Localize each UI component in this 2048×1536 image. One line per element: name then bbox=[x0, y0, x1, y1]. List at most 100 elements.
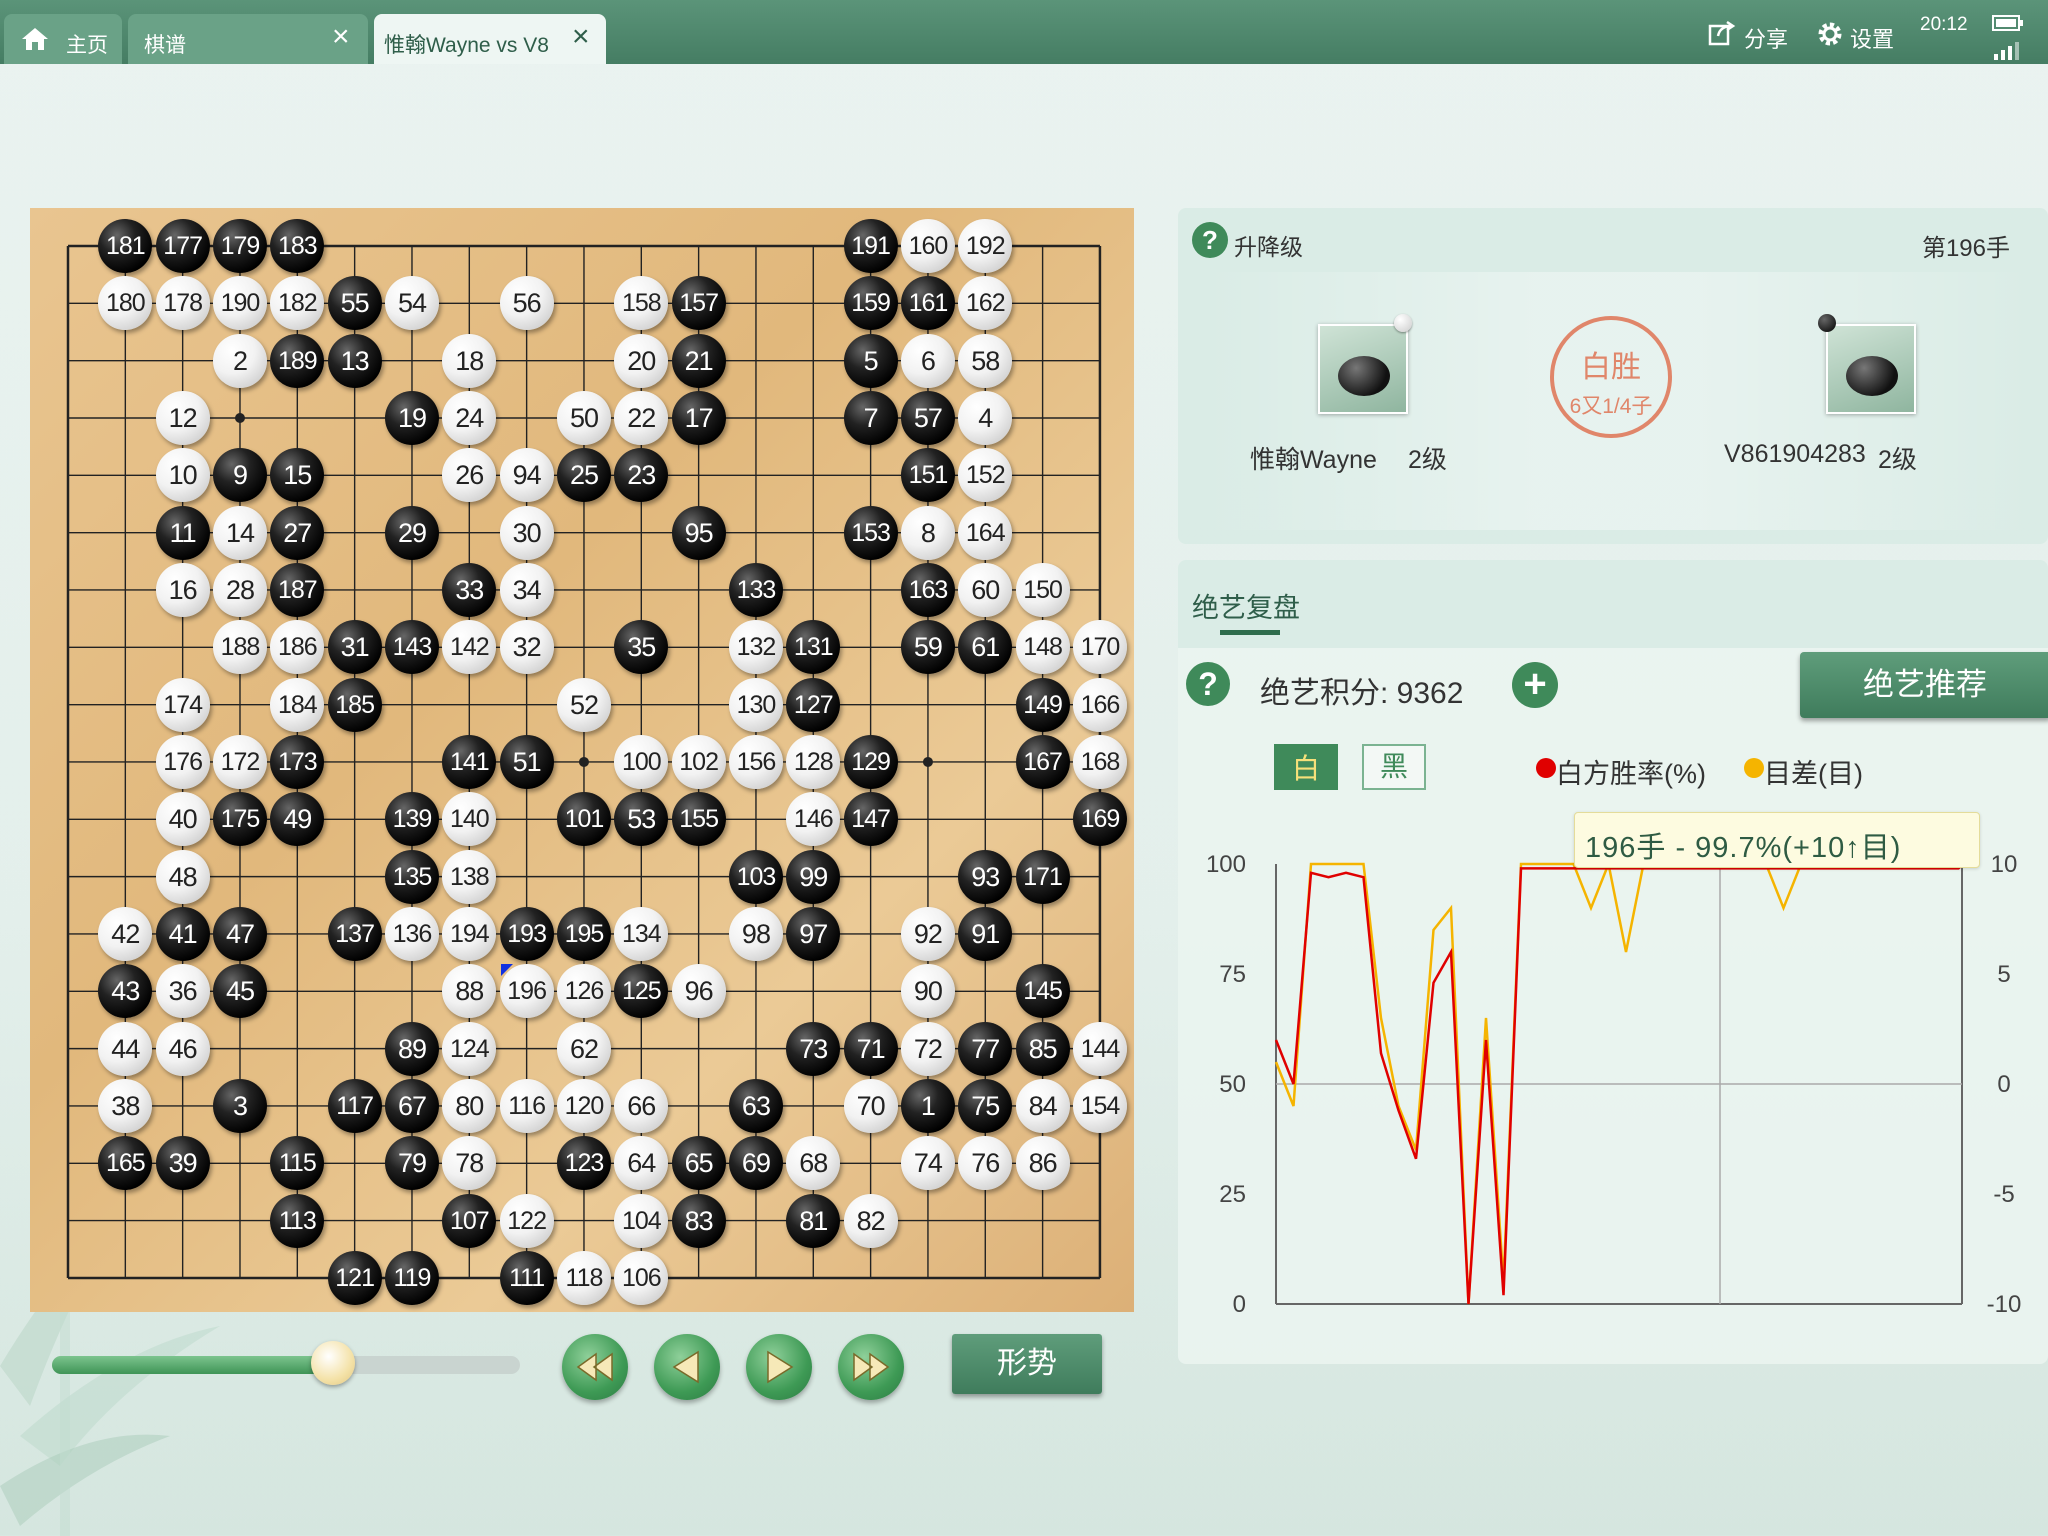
white-stone-46: 46 bbox=[155, 1021, 210, 1076]
go-board[interactable]: 181 177 179 183 191 160 192 180 178 190 182 55 54 56 1… bbox=[30, 208, 1134, 1312]
black-stone-123: 123 bbox=[556, 1136, 611, 1191]
white-stone-122: 122 bbox=[499, 1193, 554, 1248]
white-stone-100: 100 bbox=[614, 734, 669, 789]
black-stone-177: 177 bbox=[155, 219, 210, 273]
white-stone-54: 54 bbox=[384, 276, 439, 331]
star-point bbox=[922, 756, 933, 767]
white-player-avatar[interactable] bbox=[1826, 324, 1916, 414]
tab-home[interactable]: 主页 bbox=[4, 14, 122, 64]
ai-recommend-button[interactable]: 绝艺推荐 bbox=[1800, 652, 2048, 718]
settings-label: 设置 bbox=[1850, 27, 1895, 52]
white-stone-8: 8 bbox=[900, 505, 955, 560]
close-icon[interactable]: × bbox=[332, 22, 350, 52]
black-stone-63: 63 bbox=[728, 1078, 783, 1133]
black-stone-145: 145 bbox=[1015, 964, 1070, 1019]
black-stone-189: 189 bbox=[270, 333, 325, 388]
black-stone-69: 69 bbox=[728, 1136, 783, 1191]
close-icon[interactable]: × bbox=[572, 22, 590, 52]
black-stone-101: 101 bbox=[556, 792, 611, 847]
black-stone-93: 93 bbox=[958, 849, 1013, 904]
black-stone-59: 59 bbox=[900, 620, 955, 675]
tab-records[interactable]: 棋谱 × bbox=[128, 14, 368, 64]
white-stone-176: 176 bbox=[155, 734, 210, 789]
black-stone-71: 71 bbox=[843, 1021, 898, 1076]
black-stone-111: 111 bbox=[499, 1250, 554, 1305]
white-stone-28: 28 bbox=[212, 562, 267, 617]
y2-tick-label: -10 bbox=[1987, 1291, 2022, 1318]
help-icon[interactable]: ? bbox=[1192, 222, 1228, 258]
black-stone-121: 121 bbox=[327, 1250, 382, 1305]
toggle-black[interactable]: 黑 bbox=[1362, 744, 1426, 790]
last-move-button[interactable] bbox=[838, 1334, 904, 1400]
clock-time: 20:12 bbox=[1920, 14, 1968, 35]
next-move-button[interactable] bbox=[746, 1334, 812, 1400]
black-player-avatar[interactable] bbox=[1318, 324, 1408, 414]
tab-game[interactable]: 惟翰Wayne vs V8 × bbox=[374, 14, 606, 64]
white-stone-32: 32 bbox=[499, 620, 554, 675]
shape-button[interactable]: 形势 bbox=[952, 1334, 1102, 1394]
white-stone-22: 22 bbox=[614, 390, 669, 445]
gear-icon bbox=[1816, 20, 1844, 54]
legend-diff: 目差(目) bbox=[1764, 759, 1863, 789]
move-slider[interactable] bbox=[52, 1341, 520, 1385]
white-stone-102: 102 bbox=[671, 734, 726, 789]
white-stone-14: 14 bbox=[212, 505, 267, 560]
black-stone-129: 129 bbox=[843, 734, 898, 789]
black-stone-181: 181 bbox=[98, 219, 153, 273]
tab-game-label: 惟翰Wayne vs V8 bbox=[384, 34, 549, 57]
white-stone-62: 62 bbox=[556, 1021, 611, 1076]
add-score-icon[interactable]: + bbox=[1512, 662, 1558, 708]
black-stone-175: 175 bbox=[212, 792, 267, 847]
top-bar: 主页 棋谱 × 惟翰Wayne vs V8 × 分享 设置 20:12 bbox=[0, 0, 2048, 64]
legend-diff-dot bbox=[1744, 758, 1764, 778]
tab-ai-review[interactable]: 绝艺复盘 bbox=[1192, 586, 1300, 625]
black-stone-119: 119 bbox=[384, 1250, 439, 1305]
black-stone-163: 163 bbox=[900, 562, 955, 617]
black-stone-45: 45 bbox=[212, 964, 267, 1019]
white-stone-136: 136 bbox=[384, 906, 439, 961]
white-stone-94: 94 bbox=[499, 448, 554, 503]
first-move-button[interactable] bbox=[562, 1334, 628, 1400]
white-stone-44: 44 bbox=[98, 1021, 153, 1076]
black-stone-183: 183 bbox=[270, 219, 325, 273]
black-stone-155: 155 bbox=[671, 792, 726, 847]
black-stone-95: 95 bbox=[671, 505, 726, 560]
prev-move-button[interactable] bbox=[654, 1334, 720, 1400]
white-stone-20: 20 bbox=[614, 333, 669, 388]
white-stone-72: 72 bbox=[900, 1021, 955, 1076]
toggle-white[interactable]: 白 bbox=[1274, 744, 1338, 790]
tooltip-text: 196手 - 99.7%(+10↑目) bbox=[1585, 832, 1902, 864]
result-detail: 6又1/4子 bbox=[1569, 395, 1653, 418]
white-stone-178: 178 bbox=[155, 276, 210, 331]
black-stone-169: 169 bbox=[1072, 792, 1127, 847]
black-stone-151: 151 bbox=[900, 448, 955, 503]
white-stone-184: 184 bbox=[270, 677, 325, 732]
black-stone-55: 55 bbox=[327, 276, 382, 331]
black-stone-47: 47 bbox=[212, 906, 267, 961]
promotion-label[interactable]: 升降级 bbox=[1234, 228, 1303, 262]
black-stone-97: 97 bbox=[786, 906, 841, 961]
black-stone-143: 143 bbox=[384, 620, 439, 675]
winrate-chart[interactable]: 10075502501050-5-10 bbox=[1178, 804, 2048, 1364]
slider-knob[interactable] bbox=[310, 1341, 355, 1385]
white-stone-166: 166 bbox=[1072, 677, 1127, 732]
last-move-icon bbox=[853, 1352, 890, 1382]
star-point bbox=[578, 756, 589, 767]
white-stone-50: 50 bbox=[556, 390, 611, 445]
black-stone-39: 39 bbox=[155, 1136, 210, 1191]
white-stone-160: 160 bbox=[900, 219, 955, 273]
white-stone-132: 132 bbox=[728, 620, 783, 675]
score-help-icon[interactable]: ? bbox=[1186, 662, 1230, 706]
legend-winrate: 白方胜率(%) bbox=[1556, 759, 1706, 789]
players-card: 惟翰Wayne 2级 白胜 6又1/4子 V861904283 2级 bbox=[1202, 272, 2034, 530]
black-stone-103: 103 bbox=[728, 849, 783, 904]
white-stone-154: 154 bbox=[1072, 1078, 1127, 1133]
black-stone-33: 33 bbox=[442, 562, 497, 617]
black-stone-193: 193 bbox=[499, 906, 554, 961]
white-stone-36: 36 bbox=[155, 964, 210, 1019]
share-label: 分享 bbox=[1744, 27, 1789, 52]
white-stone-156: 156 bbox=[728, 734, 783, 789]
black-player-name: 惟翰Wayne bbox=[1250, 446, 1377, 474]
white-stone-2: 2 bbox=[212, 333, 267, 388]
black-stone-5: 5 bbox=[843, 333, 898, 388]
